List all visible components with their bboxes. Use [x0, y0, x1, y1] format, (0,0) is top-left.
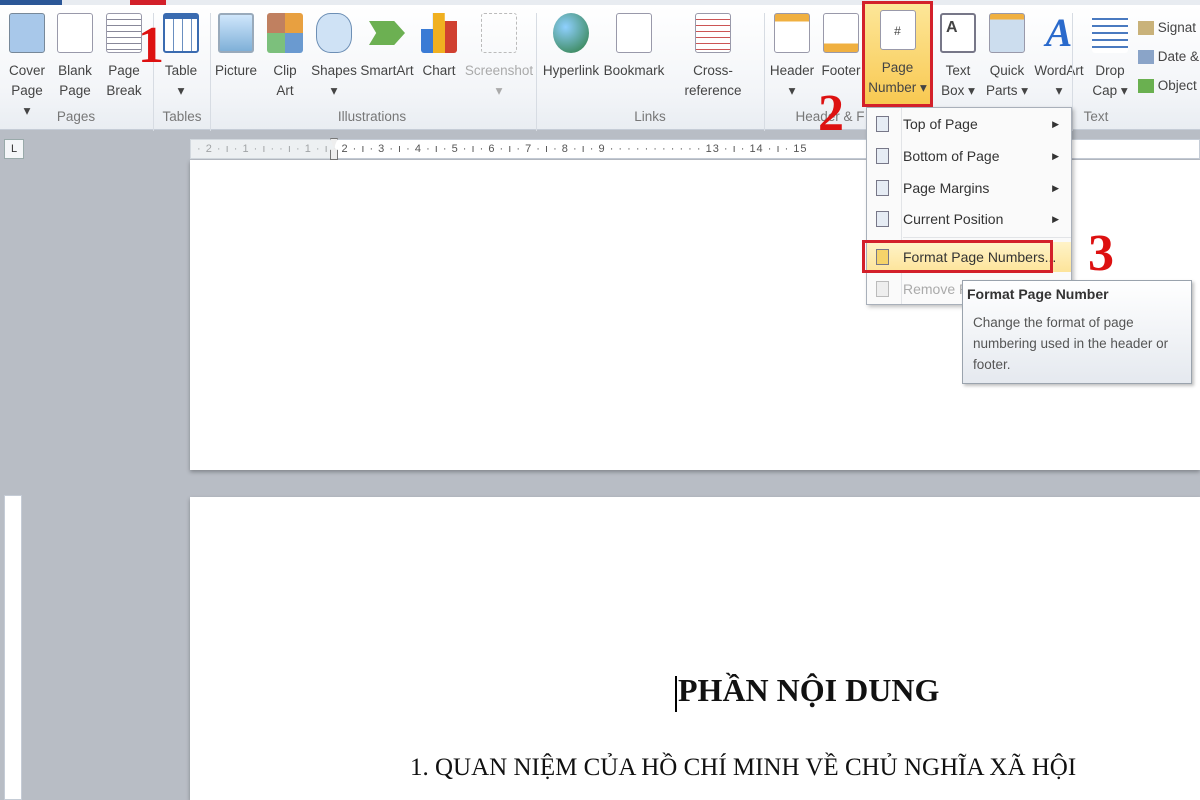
drop-cap-icon — [1092, 13, 1128, 53]
screenshot-button[interactable]: Screenshot ▾ — [464, 10, 534, 101]
vertical-ruler[interactable] — [4, 495, 22, 800]
page-top-icon — [876, 116, 889, 132]
tab-selector[interactable]: L — [4, 139, 24, 159]
divider — [1072, 13, 1073, 131]
document-line: 1. QUAN NIỆM CỦA HỒ CHÍ MINH VỀ CHỦ NGHĨ… — [410, 754, 1077, 781]
divider — [210, 13, 211, 131]
text-box-icon: A — [940, 13, 976, 53]
ruler-margin — [190, 139, 335, 159]
footer-icon — [823, 13, 859, 53]
annotation-box-page-number — [862, 1, 933, 107]
annotation-step-1: 1 — [138, 17, 164, 74]
text-box-button[interactable]: A Text Box ▾ — [936, 10, 980, 101]
group-label-text: Text — [1083, 109, 1109, 124]
signature-icon — [1138, 21, 1154, 36]
remove-page-numbers-icon — [876, 281, 889, 297]
annotation-box-format-page-numbers — [862, 240, 1053, 273]
menu-item-current-position[interactable]: Current Position ▶ — [867, 204, 1071, 234]
group-label-links: Links — [634, 109, 666, 124]
page-margins-icon — [876, 180, 889, 196]
calendar-icon — [1138, 50, 1154, 65]
header-icon — [774, 13, 810, 53]
cover-page-button[interactable]: Cover Page ▾ — [7, 10, 47, 121]
quick-parts-button[interactable]: Quick Parts ▾ — [984, 10, 1030, 101]
picture-button[interactable]: Picture — [214, 10, 258, 81]
cross-reference-button[interactable]: Cross-reference — [666, 10, 760, 101]
smartart-icon — [369, 21, 405, 45]
page-number-menu: Top of Page ▶ Bottom of Page ▶ Page Margin… — [866, 107, 1072, 305]
shapes-button[interactable]: Shapes ▾ — [311, 10, 357, 101]
bookmark-button[interactable]: Bookmark — [603, 10, 665, 81]
globe-icon — [553, 13, 589, 53]
object-button[interactable]: Object — [1138, 71, 1199, 100]
clip-art-button[interactable]: Clip Art — [265, 10, 305, 101]
chart-button[interactable]: Chart — [420, 10, 458, 81]
group-label-illustrations: Illustrations — [337, 109, 407, 124]
blank-page-button[interactable]: Blank Page — [55, 10, 95, 101]
menu-item-page-margins[interactable]: Page Margins ▶ — [867, 173, 1071, 203]
group-label-tables: Tables — [162, 109, 202, 124]
blank-page-icon — [57, 13, 93, 53]
submenu-arrow-icon: ▶ — [1052, 151, 1059, 161]
screenshot-icon — [481, 13, 517, 53]
quick-parts-icon — [989, 13, 1025, 53]
submenu-arrow-icon: ▶ — [1052, 183, 1059, 193]
tooltip-body: Change the format of page numbering used… — [973, 315, 1169, 372]
menu-item-top-of-page[interactable]: Top of Page ▶ — [867, 109, 1071, 139]
submenu-arrow-icon: ▶ — [1052, 214, 1059, 224]
page-break-icon — [106, 13, 142, 53]
smartart-button[interactable]: SmartArt — [360, 10, 414, 81]
wordart-button[interactable]: A WordArt ▾ — [1032, 10, 1086, 101]
group-label-pages: Pages — [56, 109, 96, 124]
date-time-button[interactable]: Date & — [1138, 42, 1199, 71]
signature-line-button[interactable]: Signat — [1138, 13, 1199, 42]
clip-art-icon — [267, 13, 303, 53]
tooltip: Format Page Number Change the format of … — [962, 280, 1192, 384]
cover-page-icon — [9, 13, 45, 53]
shapes-icon — [316, 13, 352, 53]
footer-button[interactable]: Footer — [819, 10, 863, 81]
chart-icon — [421, 13, 457, 53]
page-bottom-icon — [876, 148, 889, 164]
object-icon — [1138, 79, 1154, 94]
annotation-step-2: 2 — [818, 85, 844, 142]
bookmark-icon — [616, 13, 652, 53]
picture-icon — [218, 13, 254, 53]
divider — [903, 237, 1071, 238]
divider — [764, 13, 765, 131]
table-icon — [163, 13, 199, 53]
hyperlink-button[interactable]: Hyperlink — [541, 10, 601, 81]
table-button[interactable]: Table ▾ — [160, 10, 202, 101]
submenu-arrow-icon: ▶ — [1052, 119, 1059, 129]
drop-cap-button[interactable]: Drop Cap ▾ — [1088, 10, 1132, 101]
header-button[interactable]: Header ▾ — [769, 10, 815, 101]
cross-reference-icon — [695, 13, 731, 53]
current-position-icon — [876, 211, 889, 227]
document-heading: PHẦN NỘI DUNG — [678, 672, 940, 708]
tooltip-title: Format Page Number — [967, 286, 1109, 302]
menu-item-bottom-of-page[interactable]: Bottom of Page ▶ — [867, 141, 1071, 171]
annotation-step-3: 3 — [1088, 225, 1114, 282]
text-cursor — [675, 676, 677, 712]
divider — [536, 13, 537, 131]
